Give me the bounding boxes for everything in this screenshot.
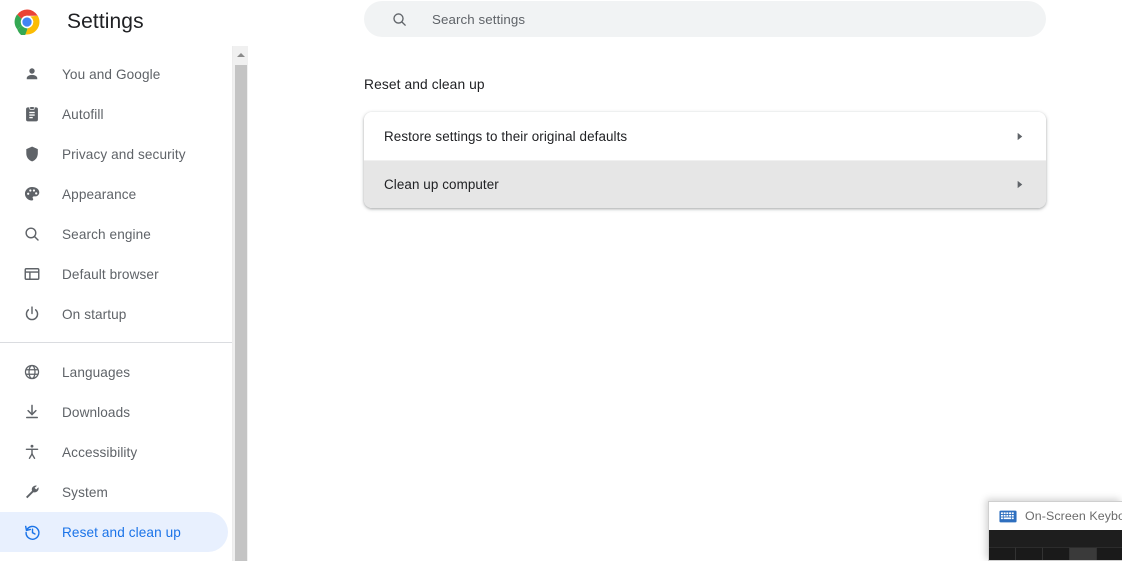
osk-key[interactable] <box>989 547 1015 560</box>
sidebar-item-label: On startup <box>62 306 127 322</box>
sidebar-item-privacy-and-security[interactable]: Privacy and security <box>0 134 228 174</box>
sidebar-item-appearance[interactable]: Appearance <box>0 174 228 214</box>
brand-header: Settings <box>0 0 232 44</box>
search-icon <box>22 224 42 244</box>
osk-key[interactable] <box>1096 547 1122 560</box>
sidebar-item-label: Downloads <box>62 404 131 420</box>
sidebar-item-label: System <box>62 484 108 500</box>
wrench-icon <box>22 482 42 502</box>
sidebar-item-downloads[interactable]: Downloads <box>0 392 228 432</box>
sidebar-item-default-browser[interactable]: Default browser <box>0 254 228 294</box>
on-screen-keyboard-window[interactable]: On-Screen Keyboard <box>988 501 1122 561</box>
main-content: Reset and clean up Restore settings to t… <box>249 0 1122 561</box>
sidebar-item-label: Privacy and security <box>62 146 186 162</box>
row-restore-settings[interactable]: Restore settings to their original defau… <box>364 112 1046 160</box>
osk-key[interactable] <box>1042 547 1069 560</box>
sidebar-item-autofill[interactable]: Autofill <box>0 94 228 134</box>
sidebar-group-primary: You and Google Autofill Privacy and secu… <box>0 44 232 334</box>
search-settings-bar[interactable] <box>364 1 1046 37</box>
sidebar-item-label: Search engine <box>62 226 151 242</box>
chevron-right-icon <box>1012 178 1026 192</box>
sidebar-item-system[interactable]: System <box>0 472 228 512</box>
sidebar-item-you-and-google[interactable]: You and Google <box>0 54 228 94</box>
search-input[interactable] <box>432 11 992 27</box>
sidebar-item-accessibility[interactable]: Accessibility <box>0 432 228 472</box>
sidebar-item-search-engine[interactable]: Search engine <box>0 214 228 254</box>
osk-title: On-Screen Keyboard <box>1025 509 1122 523</box>
reset-and-cleanup-card: Restore settings to their original defau… <box>364 112 1046 208</box>
sidebar-item-on-startup[interactable]: On startup <box>0 294 228 334</box>
chrome-logo <box>14 9 40 37</box>
sidebar-item-reset-and-clean-up[interactable]: Reset and clean up <box>0 512 228 552</box>
palette-icon <box>22 184 42 204</box>
osk-titlebar[interactable]: On-Screen Keyboard <box>989 502 1122 530</box>
power-icon <box>22 304 42 324</box>
scrollbar-thumb[interactable] <box>235 65 247 561</box>
chrome-settings-window: Settings You and Google Autofill Privacy… <box>0 0 1122 561</box>
history-restore-icon <box>22 522 42 542</box>
sidebar-item-label: Appearance <box>62 186 137 202</box>
sidebar-item-label: Default browser <box>62 266 159 282</box>
shield-icon <box>22 144 42 164</box>
sidebar: Settings You and Google Autofill Privacy… <box>0 0 232 561</box>
browser-window-icon <box>22 264 42 284</box>
sidebar-item-label: Languages <box>62 364 131 380</box>
sidebar-item-languages[interactable]: Languages <box>0 352 228 392</box>
page-title: Reset and clean up <box>364 77 485 92</box>
person-icon <box>22 64 42 84</box>
scroll-up-arrow-icon[interactable] <box>233 46 249 63</box>
sidebar-item-label: Autofill <box>62 106 104 122</box>
osk-key[interactable] <box>1069 547 1096 560</box>
row-label: Clean up computer <box>384 177 499 192</box>
sidebar-item-label: Accessibility <box>62 444 138 460</box>
globe-icon <box>22 362 42 382</box>
row-clean-up-computer[interactable]: Clean up computer <box>364 160 1046 208</box>
row-label: Restore settings to their original defau… <box>384 128 628 144</box>
chevron-right-icon <box>1012 129 1026 143</box>
download-icon <box>22 402 42 422</box>
osk-key[interactable] <box>1015 547 1042 560</box>
accessibility-icon <box>22 442 42 462</box>
sidebar-item-label: You and Google <box>62 66 161 82</box>
search-icon <box>390 10 408 28</box>
sidebar-scrollbar[interactable] <box>232 46 249 561</box>
sidebar-group-advanced: Languages Downloads Accessibility System… <box>0 343 232 552</box>
osk-keyboard-area[interactable] <box>989 530 1122 560</box>
osk-key-row[interactable] <box>989 547 1122 560</box>
app-title: Settings <box>67 10 144 33</box>
sidebar-item-label: Reset and clean up <box>62 524 181 540</box>
clipboard-icon <box>22 104 42 124</box>
keyboard-icon <box>999 510 1017 523</box>
